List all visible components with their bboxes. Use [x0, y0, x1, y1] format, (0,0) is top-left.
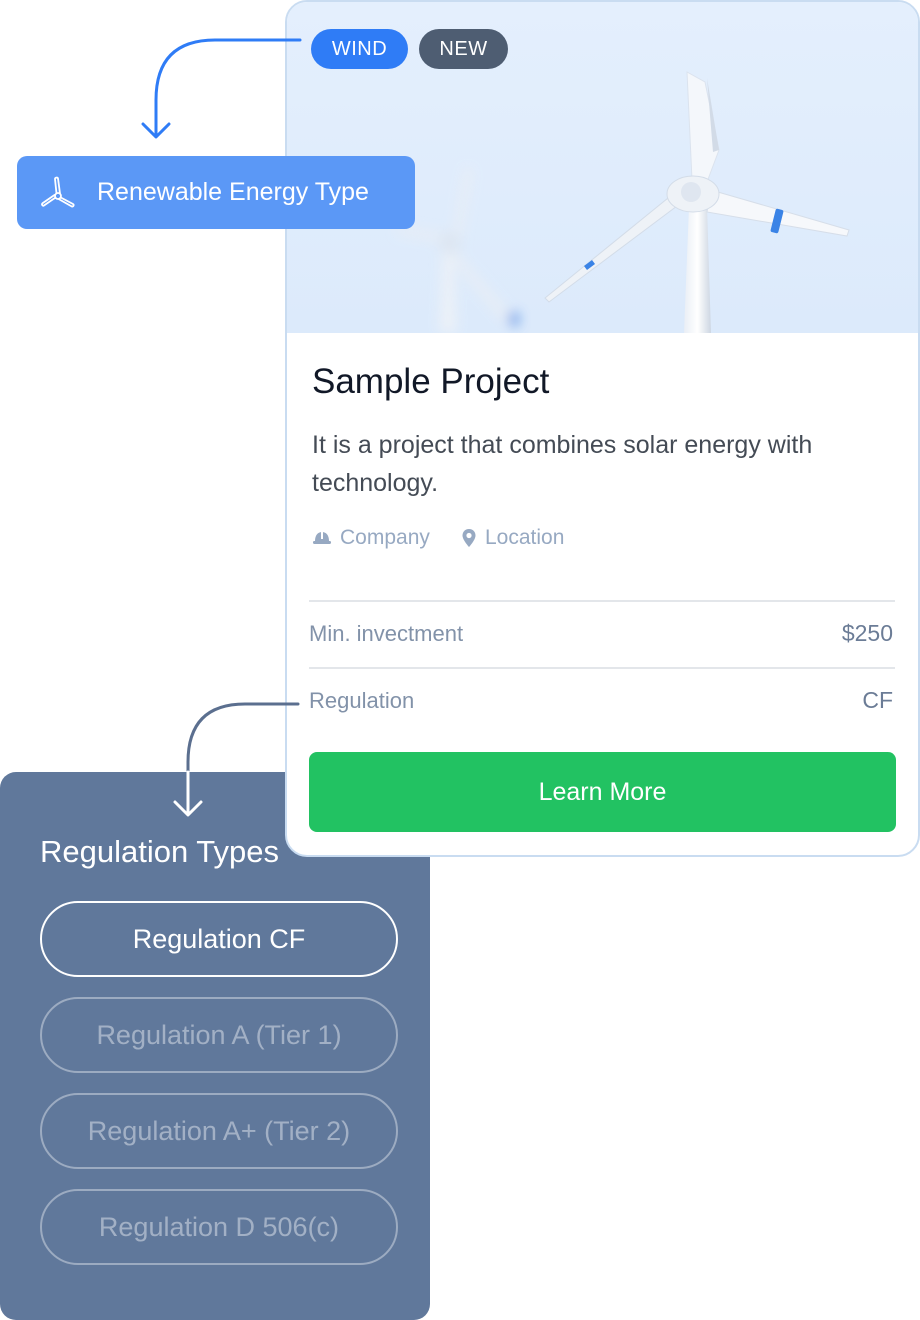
regulation-option-a-tier-1[interactable]: Regulation A (Tier 1) — [40, 997, 398, 1073]
company-label: Company — [340, 526, 430, 549]
wind-badge: WIND — [311, 29, 408, 69]
turbine-icon — [39, 174, 77, 212]
regulation-option-d-506c[interactable]: Regulation D 506(c) — [40, 1189, 398, 1265]
divider — [309, 667, 895, 669]
min-investment-value: $250 — [841, 620, 893, 646]
project-title: Sample Project — [312, 362, 550, 401]
map-pin-icon — [461, 528, 477, 548]
company-meta: Company — [312, 526, 430, 550]
min-investment-label: Min. invectment — [309, 620, 464, 646]
learn-more-button[interactable]: Learn More — [309, 752, 896, 832]
regulation-value: CF — [862, 687, 893, 713]
divider — [309, 600, 895, 602]
renewable-energy-type-chip[interactable]: Renewable Energy Type — [17, 156, 415, 229]
regulation-option-cf[interactable]: Regulation CF — [40, 901, 398, 977]
min-investment-row: Min. invectment $250 — [309, 620, 893, 647]
regulation-row: Regulation CF — [309, 687, 893, 714]
regulation-types-title: Regulation Types — [40, 834, 279, 869]
hard-hat-icon — [312, 529, 332, 547]
regulation-option-a-plus-tier-2[interactable]: Regulation A+ (Tier 2) — [40, 1093, 398, 1169]
location-label: Location — [485, 526, 565, 549]
location-meta: Location — [461, 526, 564, 550]
project-card: WIND NEW Sample Project It is a project … — [285, 0, 920, 857]
renewable-energy-type-label: Renewable Energy Type — [97, 178, 369, 206]
new-badge: NEW — [419, 29, 508, 69]
project-description: It is a project that combines solar ener… — [312, 431, 813, 497]
regulation-label: Regulation — [309, 687, 415, 713]
